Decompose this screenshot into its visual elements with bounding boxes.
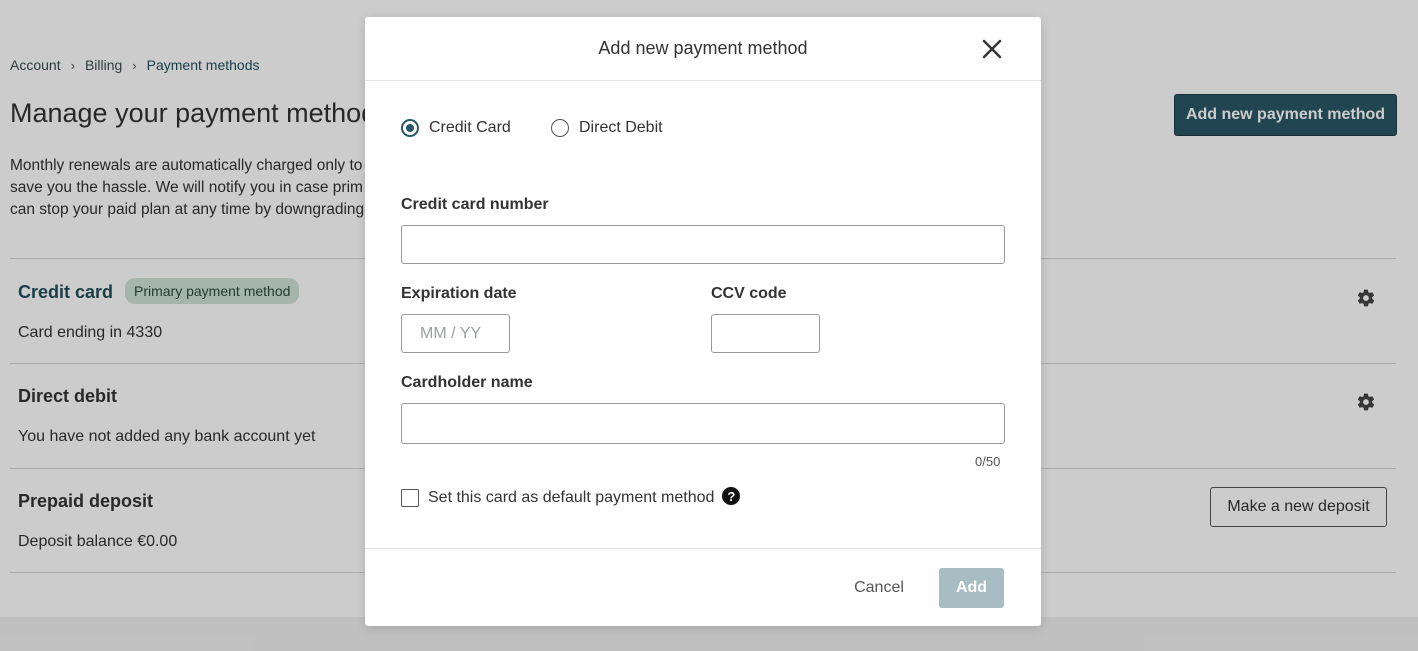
cardholder-input[interactable] <box>401 403 1005 444</box>
default-method-checkbox-row[interactable]: Set this card as default payment method … <box>401 487 741 507</box>
default-method-checkbox[interactable] <box>401 489 419 507</box>
checkbox-label: Set this card as default payment method <box>428 489 715 506</box>
ccv-input[interactable] <box>711 314 820 353</box>
radio-direct-debit[interactable]: Direct Debit <box>551 119 663 137</box>
dialog-footer: Cancel Add <box>365 548 1041 626</box>
cardholder-label: Cardholder name <box>401 374 533 391</box>
radio-label: Direct Debit <box>579 119 663 136</box>
dialog-title: Add new payment method <box>598 38 808 58</box>
radio-credit-card[interactable]: Credit Card <box>401 119 511 137</box>
radio-button[interactable] <box>401 119 419 137</box>
character-counter: 0/50 <box>975 454 1001 469</box>
cancel-button[interactable]: Cancel <box>839 568 919 608</box>
close-icon[interactable] <box>980 37 1004 61</box>
expiration-input[interactable] <box>401 314 510 353</box>
ccv-label: CCV code <box>711 285 787 302</box>
radio-button[interactable] <box>551 119 569 137</box>
dialog-header: Add new payment method <box>365 17 1041 81</box>
add-button[interactable]: Add <box>939 568 1004 608</box>
help-icon[interactable]: ? <box>722 487 741 505</box>
radio-label: Credit Card <box>429 119 511 136</box>
card-number-input[interactable] <box>401 225 1005 264</box>
expiration-label: Expiration date <box>401 285 517 302</box>
add-payment-method-dialog: Add new payment method Credit Card Direc… <box>365 17 1041 626</box>
card-number-label: Credit card number <box>401 196 549 213</box>
